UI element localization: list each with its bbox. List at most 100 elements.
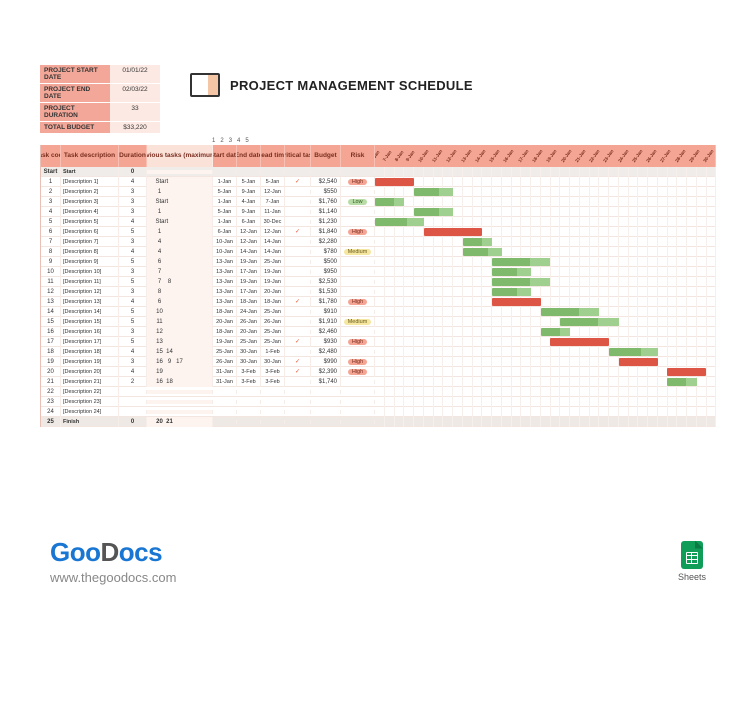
table-row: 23[Description 23]	[41, 397, 716, 407]
table-row: 9[Description 9]5613-Jan19-Jan25-Jan$500	[41, 257, 716, 267]
day-header: 29-Jan	[689, 149, 701, 164]
table-row: 11[Description 11]57813-Jan19-Jan19-Jan$…	[41, 277, 716, 287]
gantt-bar	[375, 218, 424, 226]
cell-prev: 16917	[147, 357, 213, 367]
cell: 20-Jan	[213, 317, 237, 327]
info-label-duration: PROJECT DURATION	[40, 103, 110, 122]
cell: 25-Jan	[261, 337, 285, 347]
cell: 9-Jan	[237, 187, 261, 197]
risk-pill: Medium	[344, 249, 372, 255]
cell: ✓	[285, 226, 311, 237]
cell: 3	[119, 207, 147, 217]
prev-index-num: 5	[245, 138, 248, 144]
cell: 14-Jan	[261, 247, 285, 257]
cell: 19-Jan	[237, 277, 261, 287]
col-task-description: Task description	[61, 145, 119, 167]
table-row: 17[Description 17]51319-Jan25-Jan25-Jan✓…	[41, 337, 716, 347]
gantt-bar	[541, 308, 599, 316]
cell: 30-Dec	[261, 217, 285, 227]
cell: 13	[41, 297, 61, 307]
cell	[261, 390, 285, 394]
cell: [Description 5]	[61, 217, 119, 227]
cell: 1-Jan	[213, 217, 237, 227]
title-block: PROJECT MANAGEMENT SCHEDULE	[190, 73, 473, 97]
gantt-bar	[560, 318, 618, 326]
cell: $1,140	[311, 207, 341, 217]
cell-risk	[341, 270, 375, 274]
info-value-start: 01/01/22	[110, 65, 160, 84]
cell	[285, 270, 311, 274]
cell-prev: 78	[147, 277, 213, 287]
cell: 3-Feb	[237, 367, 261, 377]
col-previous-tasks: Previous tasks (maximum 5)	[147, 145, 213, 167]
gantt-bar	[375, 198, 404, 206]
cell: 13-Jan	[213, 277, 237, 287]
col-budget: Budget	[311, 145, 341, 167]
cell	[285, 220, 311, 224]
cell-risk: High	[341, 357, 375, 367]
cell-risk	[341, 190, 375, 194]
day-header: 15-Jan	[489, 149, 501, 164]
cell: 5	[119, 227, 147, 237]
gantt-row	[375, 387, 716, 397]
cell: 3	[119, 267, 147, 277]
cell	[213, 390, 237, 394]
schedule-icon	[190, 73, 220, 97]
gantt-row	[375, 317, 716, 327]
cell: 12	[41, 287, 61, 297]
cell-risk	[341, 170, 375, 174]
cell: [Description 18]	[61, 347, 119, 357]
cell: 4	[119, 177, 147, 187]
cell: $2,390	[311, 367, 341, 377]
cell: 3	[119, 327, 147, 337]
cell-risk	[341, 240, 375, 244]
cell: 12-Jan	[237, 237, 261, 247]
cell: 26-Jan	[261, 317, 285, 327]
cell: 3	[119, 287, 147, 297]
cell-risk: High	[341, 337, 375, 347]
cell	[285, 200, 311, 204]
cell: $1,840	[311, 227, 341, 237]
info-label-start: PROJECT START DATE	[40, 65, 110, 84]
table-row: 21[Description 21]2161831-Jan3-Feb3-Feb$…	[41, 377, 716, 387]
cell: ✓	[285, 176, 311, 187]
cell: $1,780	[311, 297, 341, 307]
cell: 19-Jan	[261, 267, 285, 277]
cell: [Description 4]	[61, 207, 119, 217]
cell	[311, 420, 341, 424]
cell: $950	[311, 267, 341, 277]
day-header: 7-Jan	[382, 150, 393, 162]
cell	[237, 170, 261, 174]
cell: 5-Jan	[213, 187, 237, 197]
col-task-code: Task code	[41, 145, 61, 167]
cell: 18	[41, 347, 61, 357]
gantt-bar	[414, 188, 453, 196]
brand-url: www.thegoodocs.com	[50, 570, 176, 585]
cell: $910	[311, 307, 341, 317]
cell-risk	[341, 350, 375, 354]
cell: 31-Jan	[213, 377, 237, 387]
cell: $2,480	[311, 347, 341, 357]
day-header: 6-Jan	[375, 150, 381, 162]
day-header: 23-Jan	[603, 149, 615, 164]
cell	[237, 400, 261, 404]
sheets-icon	[681, 541, 703, 569]
cell-risk	[341, 290, 375, 294]
cell: 0	[119, 417, 147, 427]
day-header: 25-Jan	[632, 149, 644, 164]
cell: $780	[311, 247, 341, 257]
cell: [Description 23]	[61, 397, 119, 407]
cell	[285, 420, 311, 424]
gantt-bar	[414, 208, 453, 216]
cell: $2,540	[311, 177, 341, 187]
day-header: 18-Jan	[532, 149, 544, 164]
cell	[237, 420, 261, 424]
gantt-row	[375, 407, 716, 417]
risk-pill: High	[348, 299, 367, 305]
cell: 20	[41, 367, 61, 377]
cell: 3	[119, 187, 147, 197]
cell: 5-Jan	[237, 177, 261, 187]
cell: 5	[119, 277, 147, 287]
cell: 8	[41, 247, 61, 257]
cell: 12-Jan	[261, 187, 285, 197]
